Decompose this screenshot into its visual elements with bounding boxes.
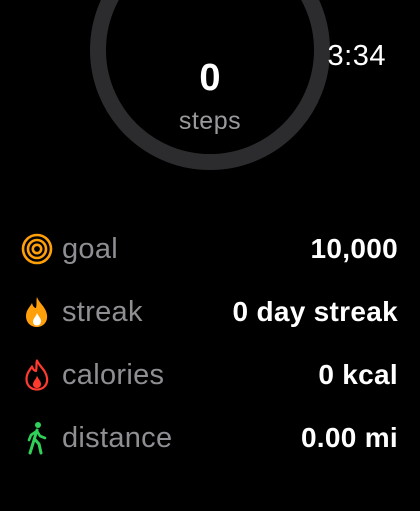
stat-label: streak bbox=[62, 295, 143, 328]
stat-label: calories bbox=[62, 358, 165, 391]
target-icon bbox=[20, 232, 54, 266]
steps-label: steps bbox=[178, 107, 242, 135]
stat-label: distance bbox=[62, 421, 173, 454]
step-progress-ring: 0 steps bbox=[90, 0, 330, 170]
stat-value: 10,000 bbox=[310, 233, 398, 264]
stat-row-distance[interactable]: distance 0.00 mi bbox=[20, 416, 398, 460]
stat-row-goal[interactable]: goal 10,000 bbox=[20, 227, 398, 271]
clock-time: 3:34 bbox=[327, 40, 386, 72]
step-count: 0 bbox=[199, 57, 221, 99]
stat-value: 0 day streak bbox=[232, 296, 398, 327]
calorie-flame-icon bbox=[20, 358, 54, 392]
stat-label: goal bbox=[62, 232, 119, 265]
walking-figure-icon bbox=[20, 421, 54, 455]
stat-value: 0 kcal bbox=[318, 359, 398, 390]
ring-center: 0 steps bbox=[90, 58, 330, 136]
stat-value: 0.00 mi bbox=[300, 422, 398, 453]
stat-row-calories[interactable]: calories 0 kcal bbox=[20, 353, 398, 397]
stat-row-streak[interactable]: streak 0 day streak bbox=[20, 290, 398, 334]
flame-icon bbox=[20, 295, 54, 329]
